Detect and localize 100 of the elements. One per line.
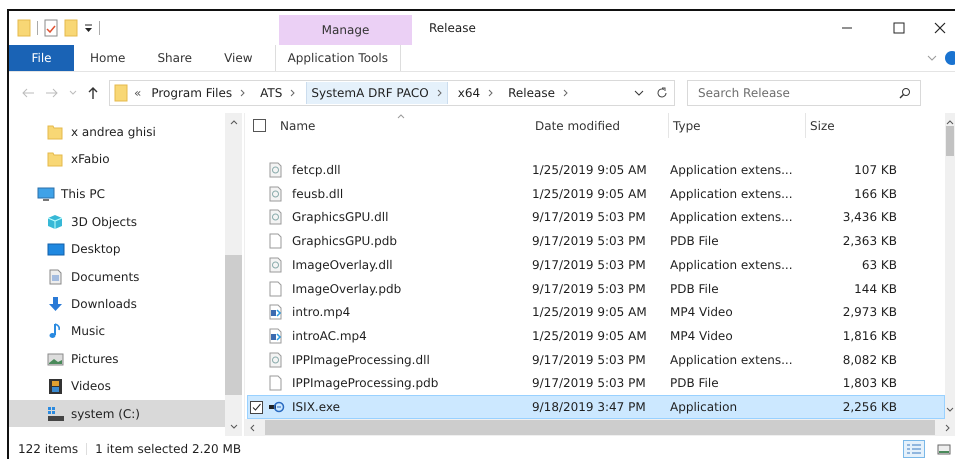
nav-item[interactable]: Videos: [9, 372, 225, 400]
table-cell-text: 8,082 KB: [842, 352, 897, 367]
table-cell-text: 1,816 KB: [842, 329, 897, 343]
nav-item[interactable]: Desktop: [9, 236, 225, 263]
table-cell-text: 3,436 KB: [842, 210, 897, 224]
file-name[interactable]: ISIX.exe: [292, 400, 340, 414]
file-name[interactable]: IPPImageProcessing.pdb: [292, 376, 438, 390]
table-cell-text: 1/25/2019 9:05 AM: [531, 305, 648, 320]
ribbon-tab[interactable]: Home: [74, 45, 142, 71]
scrollbar[interactable]: [225, 113, 242, 436]
chevron-right-icon: [488, 89, 494, 97]
scroll-thumb[interactable]: [225, 254, 242, 394]
file-row[interactable]: IPPImageProcessing.pdb 9/17/2019 5:03 PM PDB File 1,803 KB: [247, 372, 945, 396]
address-bar[interactable]: « Program Files ATS SystemA DRF PACO x64 Release: [109, 80, 675, 106]
file-name[interactable]: feusb.dll: [292, 186, 344, 201]
contextual-tab-group-label: Manage: [279, 15, 412, 45]
nav-item[interactable]: xFabio: [9, 145, 225, 173]
table-cell-text: PDB File: [669, 234, 720, 248]
file-name[interactable]: GraphicsGPU.pdb: [292, 234, 397, 248]
file-name[interactable]: ImageOverlay.pdb: [292, 282, 402, 296]
selected-row[interactable]: ISIX.exe 9/18/2019 3:47 PM Application 2,256 KB: [247, 395, 945, 420]
file-row[interactable]: IPPImageProcessing.dll 9/17/2019 5:03 PM Application extens... 8,082 KB: [247, 348, 945, 372]
chevron-down-icon: [69, 90, 77, 96]
nav-item[interactable]: This PC: [9, 180, 225, 208]
table-cell-text: 1,803 KB: [842, 376, 897, 390]
ribbon-tab[interactable]: File: [9, 45, 74, 71]
file-row[interactable]: GraphicsGPU.dll 9/17/2019 5:03 PM Application extens... 3,436 KB: [247, 205, 945, 230]
table-cell-text: PDB File: [669, 376, 720, 390]
table-cell-text: MP4 Video: [669, 305, 734, 320]
table-cell-text: 1/25/2019 9:05 AM: [531, 329, 648, 343]
file-row[interactable]: intro.mp4 1/25/2019 9:05 AM MP4 Video 2,973 KB: [247, 300, 945, 324]
file-name[interactable]: introAC.mp4: [292, 329, 367, 343]
film-icon: [47, 378, 65, 394]
chevron-down-icon: [230, 424, 238, 430]
breadcrumb[interactable]: SystemA DRF PACO: [306, 82, 448, 104]
nav-item[interactable]: Downloads: [9, 290, 225, 318]
nav-item[interactable]: Documents: [9, 262, 225, 290]
search-field[interactable]: Search Release: [687, 80, 921, 106]
chevron-up-icon: [946, 119, 954, 125]
down-arrow-icon: [47, 296, 65, 312]
table-cell-text: 9/18/2019 3:47 PM: [531, 400, 647, 414]
column-header[interactable]: Name: [280, 113, 531, 138]
column-header[interactable]: Type: [669, 113, 806, 138]
picture-icon: [937, 443, 951, 455]
overflow-chevron[interactable]: «: [134, 86, 142, 100]
scrollbar[interactable]: [945, 113, 955, 419]
breadcrumb[interactable]: ATS: [256, 82, 300, 104]
file-row[interactable]: ImageOverlay.pdb 9/17/2019 5:03 PM PDB File 144 KB: [247, 276, 945, 300]
chevron-right-icon: [240, 89, 246, 97]
checkbox: [250, 400, 263, 414]
scroll-thumb[interactable]: [265, 420, 935, 435]
table-cell-text: 2,973 KB: [842, 305, 897, 320]
folder-icon: [17, 19, 31, 37]
file-row[interactable]: ImageOverlay.dll 9/17/2019 5:03 PM Application extens... 63 KB: [247, 252, 945, 277]
nav-item[interactable]: x andrea ghisi: [9, 118, 225, 146]
file-row[interactable]: introAC.mp4 1/25/2019 9:05 AM MP4 Video 1,816 KB: [247, 324, 945, 348]
table-cell-text: 9/17/2019 5:03 PM: [531, 258, 647, 272]
table-cell-text: 9/17/2019 5:03 PM: [531, 234, 647, 248]
details-view-button[interactable]: [903, 440, 925, 458]
nav-item[interactable]: Music: [9, 318, 225, 346]
nav-item[interactable]: 3D Objects: [9, 208, 225, 236]
scrollbar[interactable]: [245, 419, 955, 436]
column-header[interactable]: Date modified: [531, 113, 669, 138]
file-name[interactable]: ImageOverlay.dll: [292, 258, 393, 272]
ribbon-tab[interactable]: Share: [141, 45, 208, 71]
file-name[interactable]: IPPImageProcessing.dll: [292, 352, 430, 367]
chevron-down-icon: [634, 89, 644, 97]
breadcrumb[interactable]: Release: [504, 82, 573, 104]
breadcrumb[interactable]: Program Files: [147, 82, 250, 104]
table-cell-text: Application: [669, 400, 738, 414]
chevron-down-icon: [946, 407, 954, 413]
nav-item[interactable]: Pictures: [9, 345, 225, 373]
close-icon: [934, 22, 946, 34]
table-cell-text: 9/17/2019 5:03 PM: [531, 376, 647, 390]
file-row[interactable]: GraphicsGPU.pdb 9/17/2019 5:03 PM PDB File 2,363 KB: [247, 229, 945, 253]
file-row[interactable]: fetcp.dll 1/25/2019 9:05 AM Application extens... 107 KB: [247, 158, 945, 182]
sort-up-icon: [397, 114, 405, 119]
forward-arrow-icon: [45, 87, 59, 99]
file-name[interactable]: fetcp.dll: [292, 162, 341, 177]
monitor-icon: [47, 241, 65, 258]
monitor-icon: [37, 186, 55, 202]
nav-item[interactable]: system (C:): [9, 400, 225, 428]
ribbon-tab[interactable]: View: [208, 45, 269, 71]
table-cell-text: MP4 Video: [669, 329, 734, 343]
scroll-thumb[interactable]: [946, 126, 954, 156]
table-cell-text: 9/17/2019 5:03 PM: [531, 210, 647, 224]
ribbon-tab[interactable]: Application Tools: [274, 45, 401, 71]
chevron-right-icon: [562, 89, 569, 97]
chevron-down-icon: [927, 54, 937, 62]
item-count: 122 items: [18, 442, 78, 456]
file-row[interactable]: feusb.dll 1/25/2019 9:05 AM Application extens... 166 KB: [247, 182, 945, 206]
column-header[interactable]: Size: [806, 113, 886, 138]
up-arrow-icon: [87, 86, 99, 100]
table-cell-text: Application extens...: [669, 352, 794, 367]
chevron-right-icon: [945, 424, 951, 432]
breadcrumb[interactable]: x64: [454, 82, 498, 104]
file-name[interactable]: intro.mp4: [292, 305, 350, 320]
table-cell-text: Application extens...: [669, 258, 794, 272]
folder-icon: [47, 151, 65, 168]
file-name[interactable]: GraphicsGPU.dll: [292, 210, 388, 224]
